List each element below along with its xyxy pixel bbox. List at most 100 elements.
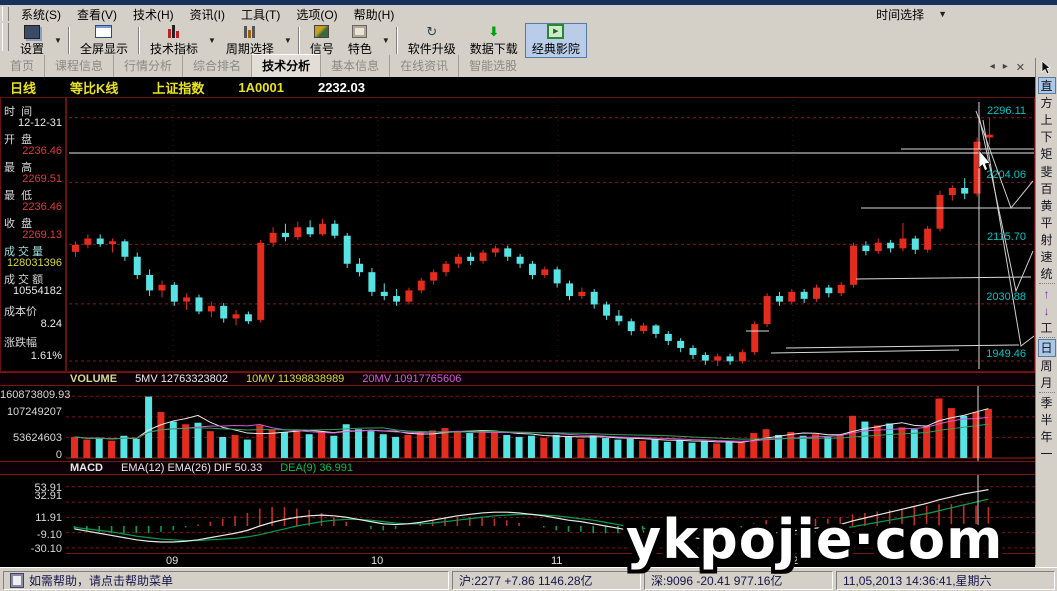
feature-dropdown-arrow[interactable]: ▼: [379, 23, 393, 58]
period-weekly[interactable]: 周: [1038, 357, 1056, 374]
macd-tick: -30.10: [0, 543, 62, 555]
tool-down[interactable]: 下: [1038, 128, 1056, 145]
tool-worker[interactable]: 工: [1038, 319, 1056, 336]
tool-up[interactable]: 上: [1038, 111, 1056, 128]
app-window: 系统(S) 查看(V) 技术(H) 资讯(I) 工具(T) 选项(O) 帮助(H…: [0, 0, 1057, 591]
tab-basic[interactable]: 基本信息: [320, 55, 389, 77]
period-halfyear[interactable]: 半: [1038, 411, 1056, 428]
period-icon: [244, 25, 255, 38]
indicator-dropdown-arrow[interactable]: ▼: [205, 23, 219, 58]
x-tick: 12: [786, 555, 798, 567]
tab-online[interactable]: 在线资讯: [389, 55, 458, 77]
menu-help[interactable]: 帮助(H): [346, 5, 403, 24]
indicator-icon: [168, 25, 179, 38]
menu-options[interactable]: 选项(O): [288, 5, 345, 24]
volume-tick: 160873809.93: [0, 389, 62, 401]
field-volume-value: 128031396: [1, 257, 62, 269]
tool-rectangle[interactable]: 矩: [1038, 145, 1056, 162]
fullscreen-button[interactable]: 全屏显示: [73, 23, 135, 58]
field-change-value: 1.61%: [1, 350, 62, 362]
tool-line-straight[interactable]: 直: [1038, 77, 1056, 94]
download-button[interactable]: ⬇ 数据下载: [463, 23, 525, 58]
cinema-button[interactable]: ▶ 经典影院: [525, 23, 587, 58]
menu-system[interactable]: 系统(S): [13, 5, 69, 24]
status-help-cell: 如需帮助，请点击帮助菜单: [3, 571, 449, 590]
tool-parallel[interactable]: 平: [1038, 214, 1056, 231]
tab-quotes[interactable]: 行情分析: [113, 55, 182, 77]
volume-chart[interactable]: [66, 386, 1035, 461]
x-tick: 10: [371, 555, 383, 567]
toolbar-grip[interactable]: [2, 7, 9, 21]
menu-news[interactable]: 资讯(I): [182, 5, 233, 24]
strip-separator: [1039, 392, 1055, 393]
period-label[interactable]: 日线: [10, 78, 36, 97]
toolbar-separator: [68, 27, 70, 54]
status-datetime: 11,05,2013 14:36:41,星期六: [836, 571, 1055, 590]
feature-button[interactable]: 特色: [341, 23, 379, 58]
volume-tick: 0: [0, 449, 62, 461]
indicator-button[interactable]: 技术指标: [143, 23, 205, 58]
price-tick: 1949.46: [986, 348, 1026, 360]
period-dropdown-arrow[interactable]: ▼: [281, 23, 295, 58]
price-tick: 2115.70: [987, 231, 1026, 243]
chart-region: 日线 等比K线 上证指数 1A0001 2232.03 时 间 12-12-31…: [0, 77, 1035, 567]
tool-percent[interactable]: 百: [1038, 180, 1056, 197]
pointer-tool-button[interactable]: [1041, 59, 1052, 77]
up-arrow-icon[interactable]: ↑: [1038, 285, 1056, 302]
tab-close-button[interactable]: ✕: [1016, 61, 1025, 74]
volume-pane[interactable]: [66, 386, 1035, 461]
macd-tick: 11.91: [0, 512, 62, 524]
tab-home[interactable]: 首页: [0, 55, 44, 77]
time-select-dropdown[interactable]: 时间选择 ▼: [876, 6, 947, 23]
menu-tech[interactable]: 技术(H): [125, 5, 182, 24]
toolbar-grip[interactable]: [2, 23, 9, 51]
x-tick: 11: [551, 555, 562, 567]
tab-course[interactable]: 课程信息: [44, 55, 113, 77]
period-quarterly[interactable]: 季: [1038, 394, 1056, 411]
period-yearly[interactable]: 年: [1038, 428, 1056, 445]
tool-ray[interactable]: 射: [1038, 231, 1056, 248]
period-daily[interactable]: 日: [1038, 339, 1056, 356]
tab-back-button[interactable]: ◂: [990, 61, 995, 74]
tool-direction[interactable]: 方: [1038, 94, 1056, 111]
toolbar-separator: [298, 27, 300, 54]
field-close-value: 2269.13: [1, 229, 62, 241]
signal-icon: [314, 25, 329, 38]
field-open-value: 2236.46: [1, 145, 62, 157]
signal-button[interactable]: 信号: [303, 23, 341, 58]
pointer-icon: [1041, 61, 1052, 75]
tab-fwd-button[interactable]: ▸: [1003, 61, 1008, 74]
toolbar-separator: [138, 27, 140, 54]
download-icon: ⬇: [488, 24, 499, 39]
field-amount-value: 10554182: [1, 285, 62, 297]
tab-technical[interactable]: 技术分析: [251, 54, 320, 77]
macd-ema: EMA(12) EMA(26) DIF 50.33: [121, 462, 262, 474]
menu-tools[interactable]: 工具(T): [233, 5, 288, 24]
chart-header: 日线 等比K线 上证指数 1A0001 2232.03: [0, 77, 1045, 98]
period-monthly[interactable]: 月: [1038, 374, 1056, 391]
tool-golden[interactable]: 黄: [1038, 197, 1056, 214]
volume-title: VOLUME: [70, 373, 117, 385]
period-button[interactable]: 周期选择: [219, 23, 281, 58]
tool-gann[interactable]: 统: [1038, 265, 1056, 282]
tab-stockpick[interactable]: 智能选股: [458, 55, 527, 77]
fullscreen-icon: [95, 25, 112, 38]
tab-ranking[interactable]: 综合排名: [182, 55, 251, 77]
settings-button[interactable]: 设置: [13, 23, 51, 58]
tool-fibonacci[interactable]: 斐: [1038, 162, 1056, 179]
upgrade-button[interactable]: ↻ 软件升级: [401, 23, 463, 58]
macd-pane[interactable]: [66, 475, 1035, 553]
macd-tick: 32.91: [0, 490, 62, 502]
kline-pane[interactable]: 2296.11 2204.06 2115.70 2030.88 1949.46: [66, 97, 1035, 372]
macd-dea: DEA(9) 36.991: [280, 462, 353, 474]
menu-view[interactable]: 查看(V): [69, 5, 125, 24]
macd-chart[interactable]: [66, 475, 1035, 553]
instrument-code: 1A0001: [238, 80, 284, 95]
tool-speed[interactable]: 速: [1038, 248, 1056, 265]
kline-chart[interactable]: [67, 98, 1034, 371]
scale-label[interactable]: 等比K线: [70, 78, 118, 97]
chevron-down-icon: ▼: [938, 9, 947, 19]
down-arrow-icon[interactable]: ↓: [1038, 302, 1056, 319]
settings-dropdown-arrow[interactable]: ▼: [51, 23, 65, 58]
period-one[interactable]: 一: [1038, 445, 1056, 462]
